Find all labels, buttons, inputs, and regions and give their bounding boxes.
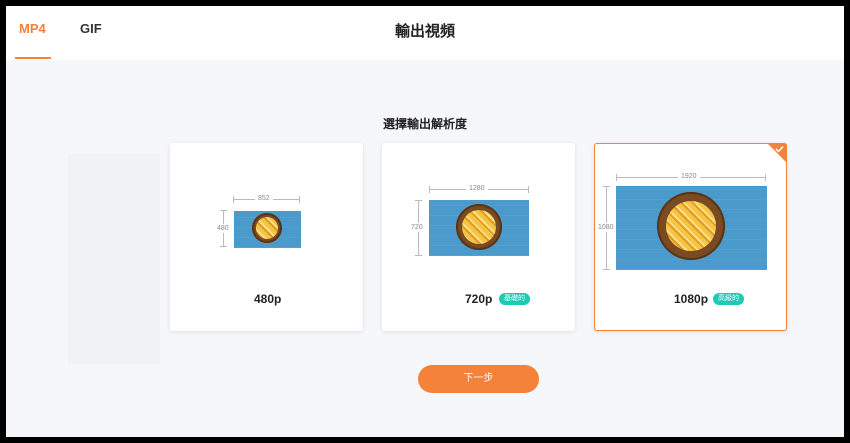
resolution-label: 480p [254, 292, 282, 306]
preview-image-1080p [616, 186, 767, 270]
height-label: 1080 [595, 223, 617, 232]
food-icon [256, 217, 278, 239]
page-title: 輸出視頻 [394, 23, 455, 40]
resolution-heading: 選擇輸出解析度 [382, 117, 467, 131]
resolution-label: 720p [465, 292, 493, 306]
resolution-label: 1080p [674, 292, 709, 306]
height-label: 720 [408, 223, 426, 232]
width-label: 1280 [466, 184, 488, 193]
resolution-card-480p[interactable]: 852 480 480p [170, 143, 363, 331]
height-label: 480 [214, 224, 232, 233]
food-icon [462, 210, 496, 244]
header: MP4 GIF 輸出視頻 [6, 6, 844, 60]
preview-image-480p [234, 211, 301, 248]
app-window: MP4 GIF 輸出視頻 選擇輸出解析度 852 480 480p 1280 7… [6, 6, 844, 437]
background-panel [68, 154, 160, 364]
next-button[interactable]: 下一步 [418, 365, 539, 393]
checkmark-icon [775, 145, 784, 153]
width-label: 852 [255, 194, 273, 203]
width-label: 1920 [678, 172, 700, 181]
advanced-badge: 高級的 [713, 293, 744, 305]
preview-image-720p [429, 200, 529, 256]
resolution-card-720p[interactable]: 1280 720 720p 基礎的 [382, 143, 575, 331]
resolution-card-1080p[interactable]: 1920 1080 1080p 高級的 [594, 143, 787, 331]
basic-badge: 基礎的 [499, 293, 530, 305]
food-icon [666, 201, 716, 251]
tab-active-indicator [15, 57, 51, 59]
